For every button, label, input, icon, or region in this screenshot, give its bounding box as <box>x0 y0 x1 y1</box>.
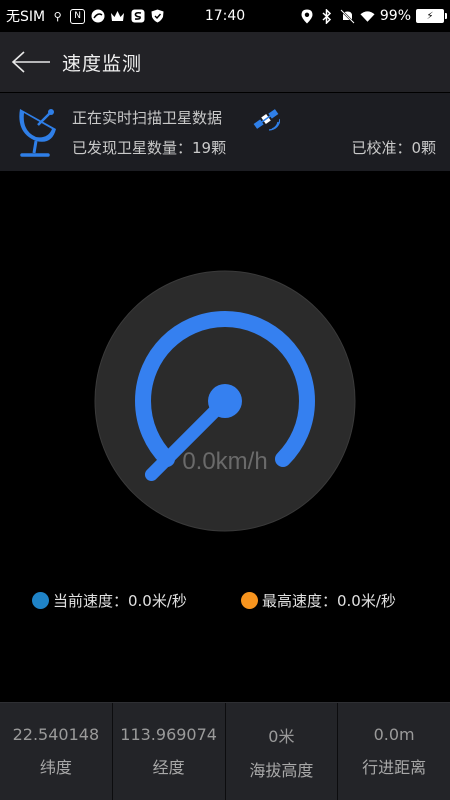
current-speed-dot <box>32 592 49 609</box>
wifi-icon <box>360 9 375 24</box>
latitude-value: 22.540148 <box>12 725 100 744</box>
stat-altitude: 0米 海拔高度 <box>226 703 339 800</box>
nfc-icon: N <box>70 8 86 24</box>
altitude-label: 海拔高度 <box>249 760 314 780</box>
altitude-value: 0米 <box>268 726 295 746</box>
status-right: 99% ⚡ <box>300 0 447 32</box>
satellites-found: 已发现卫星数量：19颗 <box>72 137 226 158</box>
legend-current-speed: 当前速度：0.0米/秒 <box>32 590 187 611</box>
stats-bar: 22.540148 纬度 113.969074 经度 0米 海拔高度 0.0m … <box>0 702 450 800</box>
app-header: 速度监测 <box>0 32 450 92</box>
current-speed-label: 当前速度：0.0米/秒 <box>53 592 187 610</box>
max-speed-label: 最高速度：0.0米/秒 <box>262 592 396 610</box>
satellites-calibrated-count: 0颗 <box>411 139 436 157</box>
usb-icon: ⚲ <box>53 9 62 23</box>
status-left: 无SIM ⚲ N <box>6 0 165 32</box>
satellite-icon <box>253 109 280 131</box>
shield-icon <box>150 9 165 24</box>
stat-distance: 0.0m 行进距离 <box>338 703 450 800</box>
satellites-found-label: 已发现卫星数量： <box>72 139 193 157</box>
back-arrow-icon <box>11 51 50 73</box>
distance-value: 0.0m <box>373 725 415 744</box>
location-icon <box>300 9 315 24</box>
legend-max-speed: 最高速度：0.0米/秒 <box>241 590 396 611</box>
longitude-label: 经度 <box>152 758 185 777</box>
app-icon-circle <box>90 9 105 24</box>
back-button[interactable] <box>0 32 62 92</box>
app-icon-s <box>130 9 145 24</box>
gauge-hub <box>208 384 242 418</box>
battery-percent: 99% <box>379 8 411 24</box>
stat-longitude: 113.969074 经度 <box>113 703 226 800</box>
speed-gauge: 0.0km/h <box>94 270 356 532</box>
crown-icon <box>110 9 125 24</box>
status-bar: 无SIM ⚲ N 17:40 99% ⚡ <box>0 0 450 32</box>
latitude-label: 纬度 <box>39 758 72 777</box>
distance-label: 行进距离 <box>362 758 427 777</box>
max-speed-dot <box>241 592 258 609</box>
carrier-label: 无SIM <box>6 9 46 25</box>
satellites-calibrated-label: 已校准： <box>351 139 412 157</box>
speed-readout: 0.0km/h <box>182 448 268 475</box>
scanning-status-text: 正在实时扫描卫星数据 <box>72 109 223 127</box>
bluetooth-icon <box>320 8 335 24</box>
page-title: 速度监测 <box>62 52 143 75</box>
stat-latitude: 22.540148 纬度 <box>0 703 113 800</box>
gauge-graphic <box>94 270 356 532</box>
longitude-value: 113.969074 <box>120 725 217 744</box>
mute-bell-icon <box>340 8 355 24</box>
satellites-calibrated: 已校准：0颗 <box>351 137 436 158</box>
battery-icon: ⚡ <box>416 9 447 23</box>
satellite-info-panel: 正在实时扫描卫星数据 已发现卫星数量：19颗 已校准：0颗 <box>0 93 450 171</box>
satellites-found-count: 19颗 <box>192 139 227 157</box>
satellite-dish-icon <box>19 109 56 157</box>
